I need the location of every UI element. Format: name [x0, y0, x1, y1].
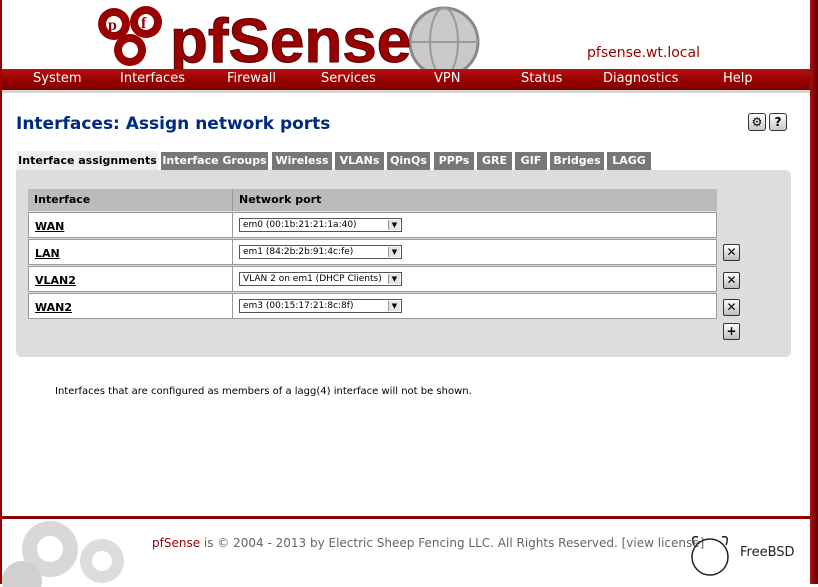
svg-text:p: p: [108, 17, 117, 34]
tab-bridges[interactable]: Bridges: [550, 152, 604, 170]
delete-interface-wan2-button[interactable]: ✕: [723, 299, 740, 316]
chevron-down-icon: ▼: [388, 301, 400, 311]
main-nav: System Interfaces Firewall Services VPN …: [2, 69, 810, 93]
chevron-down-icon: ▼: [388, 220, 400, 230]
nav-vpn[interactable]: VPN: [434, 71, 460, 86]
network-port-select-wan2[interactable]: em3 (00:15:17:21:8c:8f) ▼: [239, 299, 402, 313]
tab-gif[interactable]: GIF: [515, 152, 547, 170]
interface-link-lan[interactable]: LAN: [35, 247, 60, 260]
nav-status[interactable]: Status: [521, 71, 562, 86]
freebsd-label: FreeBSD: [740, 545, 795, 560]
freebsd-logo[interactable]: FreeBSD: [688, 531, 798, 581]
copyright-text: pfSense is © 2004 - 2013 by Electric She…: [152, 536, 704, 550]
tab-ppps[interactable]: PPPs: [434, 152, 474, 170]
header: p f pfSense pfsense.wt.local: [2, 0, 810, 70]
tab-lagg[interactable]: LAGG: [607, 152, 651, 170]
nav-firewall[interactable]: Firewall: [227, 71, 276, 86]
footer: pfSense is © 2004 - 2013 by Electric She…: [2, 516, 810, 587]
nav-diagnostics[interactable]: Diagnostics: [603, 71, 678, 86]
network-port-select-wan[interactable]: em0 (00:1b:21:21:1a:40) ▼: [239, 218, 402, 232]
table-row: VLAN2: [28, 266, 233, 292]
column-header-interface: Interface: [28, 189, 232, 211]
table-row: LAN: [28, 239, 233, 265]
table-row: WAN: [28, 212, 233, 238]
delete-interface-lan-button[interactable]: ✕: [723, 244, 740, 261]
page-title: Interfaces: Assign network ports: [16, 114, 331, 134]
table-row: WAN2: [28, 293, 233, 319]
tab-vlans[interactable]: VLANs: [335, 152, 384, 170]
lagg-note: Interfaces that are configured as member…: [55, 386, 472, 397]
table-row: em3 (00:15:17:21:8c:8f) ▼: [232, 293, 717, 319]
table-row: em1 (84:2b:2b:91:4c:fe) ▼: [232, 239, 717, 265]
tab-gre[interactable]: GRE: [477, 152, 512, 170]
network-port-select-vlan2[interactable]: VLAN 2 on em1 (DHCP Clients) ▼: [239, 272, 402, 286]
nav-services[interactable]: Services: [321, 71, 376, 86]
footer-brand-link[interactable]: pfSense: [152, 536, 200, 550]
network-port-select-lan[interactable]: em1 (84:2b:2b:91:4c:fe) ▼: [239, 245, 402, 259]
select-value: VLAN 2 on em1 (DHCP Clients): [243, 274, 382, 284]
add-interface-button[interactable]: +: [723, 323, 740, 340]
pfsense-logo[interactable]: p f pfSense: [84, 2, 514, 70]
interface-link-wan2[interactable]: WAN2: [35, 301, 72, 314]
select-value: em0 (00:1b:21:21:1a:40): [243, 220, 357, 230]
gear-icon[interactable]: ⚙: [748, 113, 766, 131]
tab-interface-assignments[interactable]: Interface assignments: [17, 151, 158, 171]
svg-text:f: f: [141, 15, 147, 32]
nav-system[interactable]: System: [33, 71, 81, 86]
frame-right: [810, 0, 818, 584]
interface-link-wan[interactable]: WAN: [35, 220, 64, 233]
select-value: em3 (00:15:17:21:8c:8f): [243, 301, 354, 311]
tab-interface-groups[interactable]: Interface Groups: [161, 152, 268, 170]
interface-link-vlan2[interactable]: VLAN2: [35, 274, 76, 287]
table-row: VLAN 2 on em1 (DHCP Clients) ▼: [232, 266, 717, 292]
nav-help[interactable]: Help: [723, 71, 753, 86]
chevron-down-icon: ▼: [388, 247, 400, 257]
footer-copyright: is © 2004 - 2013 by Electric Sheep Fenci…: [200, 536, 705, 550]
chevron-down-icon: ▼: [388, 274, 400, 284]
tab-wireless[interactable]: Wireless: [272, 152, 332, 170]
freebsd-daemon-icon: [691, 535, 729, 576]
table-row: em0 (00:1b:21:21:1a:40) ▼: [232, 212, 717, 238]
column-header-network-port: Network port: [232, 189, 717, 211]
delete-interface-vlan2-button[interactable]: ✕: [723, 272, 740, 289]
hostname-label: pfsense.wt.local: [587, 45, 700, 61]
help-icon[interactable]: ?: [769, 113, 787, 131]
select-value: em1 (84:2b:2b:91:4c:fe): [243, 247, 354, 257]
nav-interfaces[interactable]: Interfaces: [120, 71, 185, 86]
logo-wordmark: pfSense: [170, 7, 411, 70]
tab-qinqs[interactable]: QinQs: [387, 152, 430, 170]
biohazard-watermark: [2, 521, 124, 587]
